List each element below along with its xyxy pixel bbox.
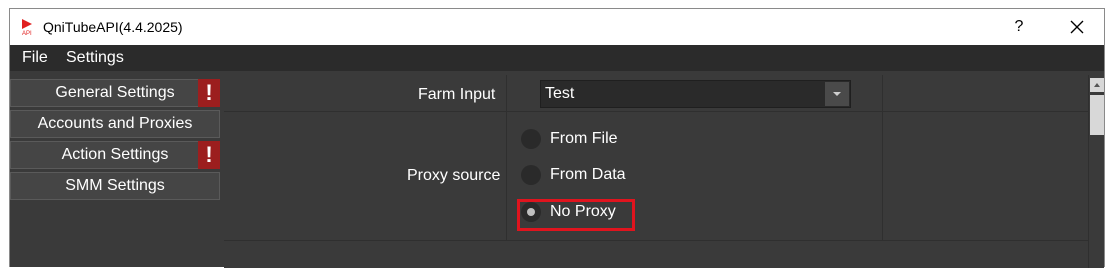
dropdown-button[interactable] [825, 82, 849, 106]
radio-from-file[interactable] [521, 129, 541, 149]
farm-input-select[interactable]: Test [540, 80, 851, 108]
farm-input-value: Test [545, 85, 575, 102]
radio-label-from-data[interactable]: From Data [550, 165, 626, 185]
radio-label-from-file[interactable]: From File [550, 129, 618, 149]
row-divider [224, 240, 1088, 241]
sidebar-item-label: Accounts and Proxies [37, 115, 193, 132]
proxy-source-label: Proxy source [407, 167, 501, 184]
warning-badge-icon: ! [198, 79, 220, 107]
menu-file[interactable]: File [22, 49, 48, 67]
title-bar: API QniTubeAPI(4.4.2025) ? [10, 9, 1104, 45]
radio-from-data[interactable] [521, 165, 541, 185]
sidebar-item-smm-settings[interactable]: SMM Settings [10, 172, 220, 200]
vertical-scrollbar[interactable] [1088, 75, 1104, 268]
menu-bar: File Settings [10, 45, 1104, 71]
scroll-up-button[interactable] [1090, 78, 1104, 92]
settings-panel: Farm Input Test Proxy source From File F… [224, 75, 1088, 268]
svg-text:API: API [22, 31, 32, 36]
close-button[interactable] [1062, 9, 1092, 45]
window-title: QniTubeAPI(4.4.2025) [43, 19, 183, 35]
row-divider [224, 111, 1088, 112]
sidebar-item-label: SMM Settings [65, 177, 165, 194]
menu-settings[interactable]: Settings [66, 49, 124, 67]
farm-input-label: Farm Input [418, 86, 496, 103]
sidebar-item-general-settings[interactable]: General Settings ! [10, 79, 220, 107]
column-divider [506, 75, 507, 240]
warning-badge-icon: ! [198, 141, 220, 169]
sidebar-item-label: General Settings [55, 84, 175, 101]
arrow-up-icon [1094, 83, 1100, 87]
column-divider [882, 75, 883, 240]
chevron-down-icon [833, 92, 841, 96]
close-icon [1070, 20, 1084, 34]
app-logo-icon: API [22, 19, 32, 36]
highlight-box [517, 199, 635, 231]
app-window: API QniTubeAPI(4.4.2025) ? File Settings… [9, 8, 1105, 268]
sidebar-item-accounts-and-proxies[interactable]: Accounts and Proxies [10, 110, 220, 138]
sidebar-item-action-settings[interactable]: Action Settings ! [10, 141, 220, 169]
scroll-thumb[interactable] [1090, 95, 1104, 135]
sidebar-item-label: Action Settings [61, 146, 169, 163]
help-button[interactable]: ? [1004, 9, 1034, 45]
